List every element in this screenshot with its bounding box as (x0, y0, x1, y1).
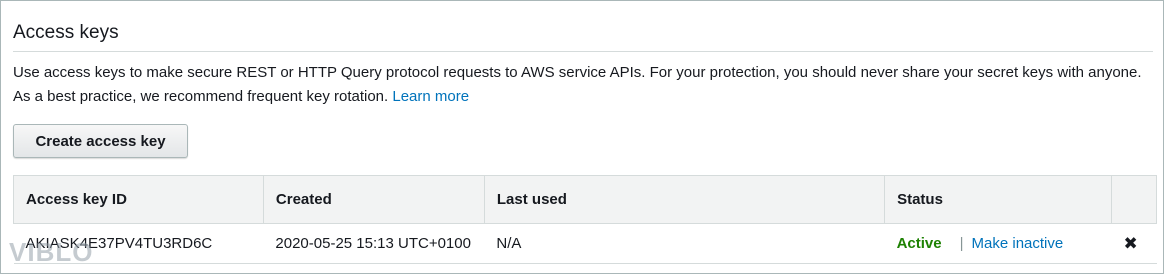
column-header-access-key-id[interactable]: Access key ID (13, 175, 264, 224)
close-x-icon[interactable]: ✖ (1123, 234, 1137, 253)
learn-more-link[interactable]: Learn more (392, 88, 469, 105)
make-inactive-link[interactable]: Make inactive (972, 235, 1064, 252)
table-header-row: Access key ID Created Last used Status (13, 175, 1158, 224)
column-header-status[interactable]: Status (884, 175, 1112, 224)
status-separator: | (959, 235, 964, 252)
title-divider (13, 51, 1153, 52)
status-cell: Active | Make inactive (884, 223, 1112, 264)
description-text: Use access keys to make secure REST or H… (13, 64, 1142, 105)
access-keys-table: Access key ID Created Last used Status A… (13, 175, 1158, 264)
table-row: AKIASK4E37PV4TU3RD6C 2020-05-25 15:13 UT… (13, 223, 1157, 264)
create-access-key-button[interactable]: Create access key (13, 124, 188, 158)
column-header-last-used[interactable]: Last used (483, 175, 885, 224)
delete-cell: ✖ (1111, 223, 1157, 264)
section-description: Use access keys to make secure REST or H… (13, 61, 1157, 109)
column-header-actions (1110, 175, 1158, 224)
section-title: Access keys (13, 22, 119, 43)
status-active-label: Active (896, 235, 942, 252)
column-header-created[interactable]: Created (262, 175, 485, 224)
last-used-cell: N/A (484, 223, 885, 264)
access-key-id-cell: AKIASK4E37PV4TU3RD6C (13, 223, 264, 264)
created-cell: 2020-05-25 15:13 UTC+0100 (263, 223, 485, 264)
access-keys-panel: Access keys Use access keys to make secu… (0, 0, 1164, 274)
